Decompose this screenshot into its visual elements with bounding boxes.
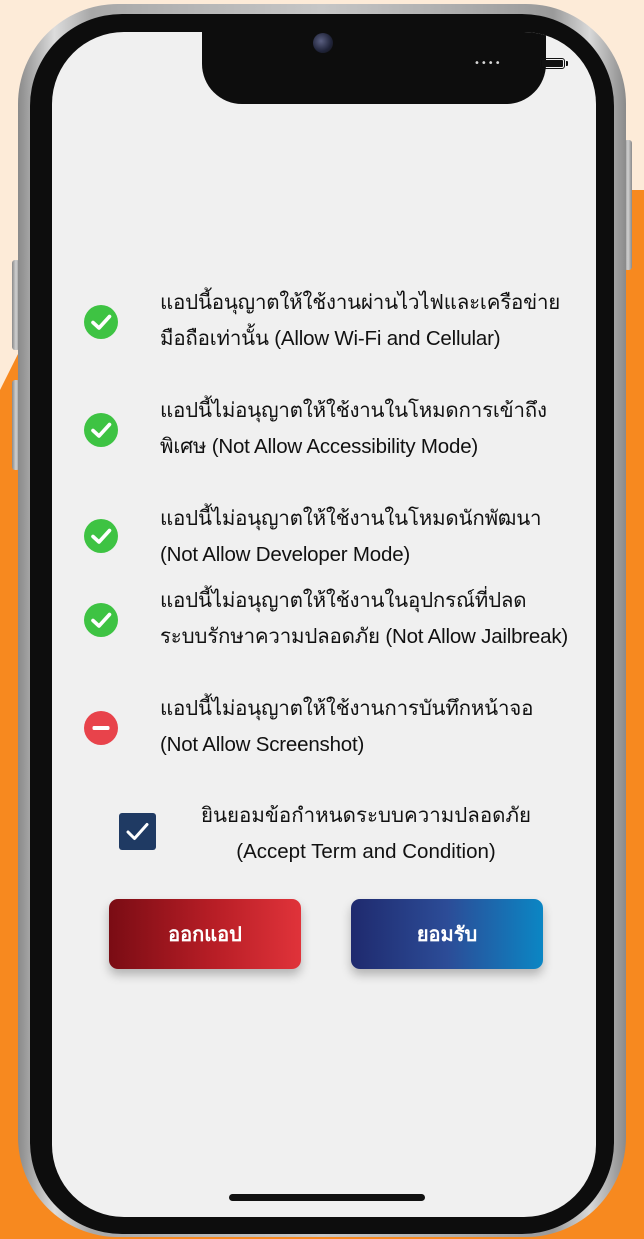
exit-app-button[interactable]: ออกแอป (109, 899, 301, 969)
rule-text: แอปนี้ไม่อนุญาตให้ใช้งานในอุปกรณ์ที่ปลดร… (160, 589, 569, 648)
accept-terms-label[interactable]: ยินยอมข้อกำหนดระบบความปลอดภัย (Accept Te… (166, 798, 566, 870)
accept-button[interactable]: ยอมรับ (351, 899, 543, 969)
check-circle-icon (84, 413, 118, 447)
rule-text: แอปนี้ไม่อนุญาตให้ใช้งานในโหมดการเข้าถึง… (160, 399, 547, 458)
check-circle-icon (84, 305, 118, 339)
rule-text: แอปนี้ไม่อนุญาตให้ใช้งานการบันทึกหน้าจอ … (160, 697, 534, 756)
checkmark-icon (126, 823, 149, 840)
check-circle-icon (84, 519, 118, 553)
signal-icon: •••• (474, 58, 502, 69)
background: •••• แอปนี้อนุญาตให้ใช้งานผ่านไวไฟและเคร… (0, 0, 644, 1239)
check-circle-icon (84, 603, 118, 637)
minus-circle-icon (84, 711, 118, 745)
front-camera-icon (313, 33, 333, 53)
home-indicator[interactable] (229, 1194, 425, 1201)
battery-icon (540, 58, 565, 69)
rule-text: แอปนี้ไม่อนุญาตให้ใช้งานในโหมดนักพัฒนา (… (160, 507, 542, 566)
accept-terms-checkbox[interactable] (119, 813, 156, 850)
rule-text: แอปนี้อนุญาตให้ใช้งานผ่านไวไฟและเครือข่า… (160, 291, 561, 350)
battery-tip (566, 61, 568, 66)
